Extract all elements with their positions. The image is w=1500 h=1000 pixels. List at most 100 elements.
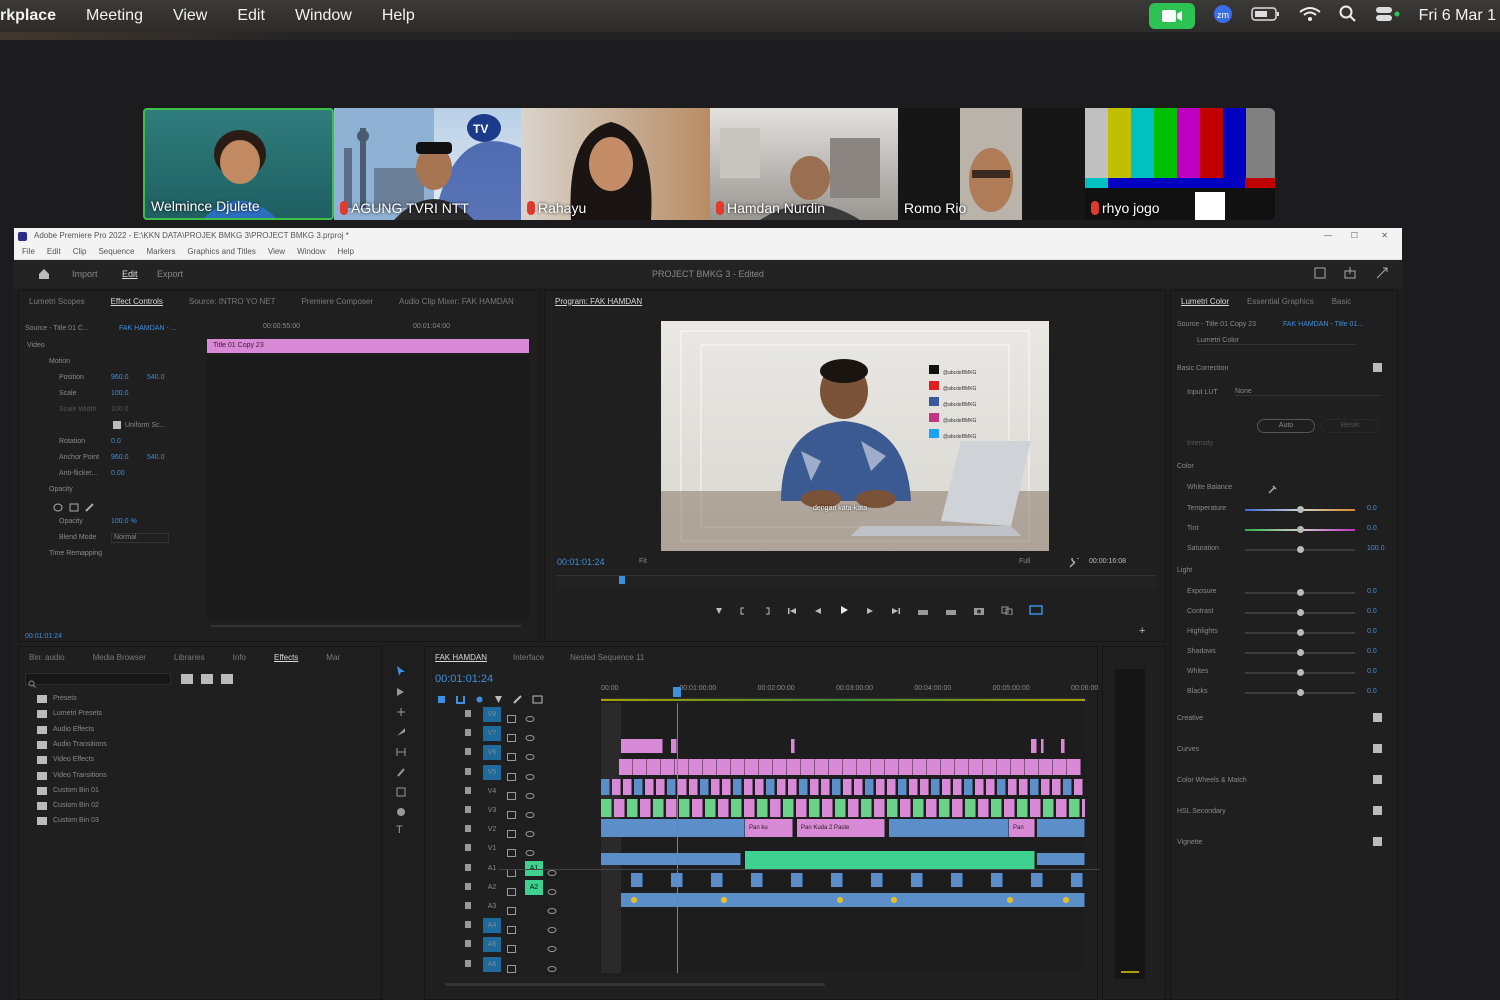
effects-bin-item[interactable]: Video Transitions xyxy=(53,772,107,779)
effect-row-anchor-point[interactable]: Anchor Point xyxy=(59,454,99,461)
menubar-view[interactable]: View xyxy=(173,7,207,25)
pen-tool-icon[interactable] xyxy=(396,764,406,782)
audio-clip[interactable] xyxy=(601,853,741,865)
tab-sequence-fak-hamdan[interactable]: FAK HAMDAN xyxy=(435,653,487,662)
track-sync-icon[interactable] xyxy=(507,825,516,843)
32bit-effects-icon[interactable] xyxy=(201,674,213,684)
lumetri-slider-knob[interactable] xyxy=(1297,689,1304,696)
menubar-app[interactable]: rkplace xyxy=(0,7,56,25)
timeline-clip[interactable] xyxy=(885,759,899,775)
track-lock-icon[interactable] xyxy=(465,710,471,717)
timeline-clip[interactable] xyxy=(871,759,885,775)
timeline-clip[interactable] xyxy=(717,759,731,775)
program-playhead[interactable] xyxy=(619,576,625,584)
timeline-clip[interactable] xyxy=(601,819,745,837)
timeline-clip[interactable] xyxy=(773,759,787,775)
track-sync-icon[interactable] xyxy=(507,748,516,766)
timeline-clip[interactable] xyxy=(969,759,983,775)
audio-keyframe[interactable] xyxy=(721,897,727,903)
add-button-icon[interactable]: + xyxy=(1139,625,1145,637)
lumetri-slider-knob[interactable] xyxy=(1297,649,1304,656)
audio-clip[interactable] xyxy=(751,873,763,887)
timeline-clip[interactable] xyxy=(843,759,857,775)
eyedropper-icon[interactable] xyxy=(1267,481,1277,499)
menubar-window[interactable]: Window xyxy=(295,7,352,25)
lumetri-section-checkbox[interactable] xyxy=(1373,744,1382,753)
track-target[interactable]: V1 xyxy=(483,841,501,856)
timeline-ruler[interactable]: 00:00 00:01:00:00 00:02:00:00 00:03:00:00 00… xyxy=(601,677,1098,701)
timeline-clip[interactable] xyxy=(1067,759,1081,775)
timeline-clip[interactable] xyxy=(1031,739,1037,753)
timeline-clip[interactable] xyxy=(1025,759,1039,775)
timeline-clip[interactable] xyxy=(832,779,841,795)
light-section-header[interactable]: Light xyxy=(1177,567,1192,574)
track-select-tool-icon[interactable] xyxy=(396,684,406,702)
participant-tile-4[interactable]: Hamdan Nurdin xyxy=(710,108,898,220)
ellipse-mask-icon[interactable] xyxy=(53,499,63,517)
timeline-clip[interactable] xyxy=(700,779,709,795)
track-lock-icon[interactable] xyxy=(465,959,471,967)
timeline-clip[interactable] xyxy=(843,779,852,795)
menu-clip[interactable]: Clip xyxy=(73,244,87,259)
basic-correction-header[interactable]: Basic Correction xyxy=(1177,365,1228,372)
tab-lumetri-scopes[interactable]: Lumetri Scopes xyxy=(29,297,85,306)
timeline-clip[interactable] xyxy=(920,779,929,795)
captions-icon[interactable] xyxy=(532,691,543,709)
timeline-clip[interactable] xyxy=(766,779,775,795)
mute-icon[interactable] xyxy=(507,921,516,939)
mark-out-icon[interactable] xyxy=(763,602,771,620)
timeline-clip[interactable] xyxy=(1039,759,1053,775)
track-lock-icon[interactable] xyxy=(465,844,471,852)
zoom-icon[interactable]: zm xyxy=(1213,4,1233,29)
timeline-clip[interactable] xyxy=(810,779,819,795)
timeline-clip[interactable] xyxy=(627,799,638,817)
effect-timecode[interactable]: 00:01:01:24 xyxy=(25,633,62,640)
timeline-clip[interactable] xyxy=(887,799,898,817)
timeline-clip[interactable] xyxy=(667,779,676,795)
effect-clip-bar[interactable]: Title 01 Copy 23 xyxy=(207,339,529,353)
tab-edit[interactable]: Edit xyxy=(122,269,138,279)
tab-sequence-interface[interactable]: Interface xyxy=(513,653,544,662)
yuv-effects-icon[interactable] xyxy=(221,674,233,684)
timeline-clip[interactable] xyxy=(975,779,984,795)
timeline-clip[interactable] xyxy=(1019,779,1028,795)
eye-icon[interactable] xyxy=(525,806,535,824)
timeline-clip[interactable] xyxy=(731,759,745,775)
audio-clip[interactable] xyxy=(1031,873,1043,887)
pen-mask-icon[interactable] xyxy=(85,499,95,517)
blend-mode-select[interactable]: Normal xyxy=(111,533,169,543)
track-lock-icon[interactable] xyxy=(465,806,471,813)
timeline-clip[interactable] xyxy=(1053,759,1067,775)
track-target[interactable]: A3 xyxy=(483,899,501,914)
extract-icon[interactable] xyxy=(945,602,957,620)
menu-markers[interactable]: Markers xyxy=(147,244,176,259)
lumetri-slider-value[interactable]: 0.0 xyxy=(1367,648,1377,655)
audio-keyframe[interactable] xyxy=(631,897,637,903)
participant-tile-6[interactable]: rhyo jogo xyxy=(1085,108,1275,220)
timeline-clip[interactable] xyxy=(913,799,924,817)
snap-icon[interactable] xyxy=(456,691,465,709)
workspaces-icon[interactable] xyxy=(1314,267,1326,281)
selection-tool-icon[interactable] xyxy=(396,664,406,682)
timeline-clip[interactable] xyxy=(1041,739,1044,753)
timeline-clip[interactable] xyxy=(1030,799,1041,817)
timeline-clip[interactable] xyxy=(787,759,801,775)
timeline-clip[interactable] xyxy=(666,799,677,817)
effect-scrollbar[interactable] xyxy=(211,625,521,627)
timeline-clip[interactable] xyxy=(711,779,720,795)
lumetri-slider-knob[interactable] xyxy=(1297,589,1304,596)
program-scrubber[interactable] xyxy=(557,575,1157,589)
timeline-clip[interactable] xyxy=(745,759,759,775)
solo-icon[interactable] xyxy=(547,883,557,901)
effects-bin-item[interactable]: Audio Effects xyxy=(53,726,94,733)
eye-icon[interactable] xyxy=(525,710,535,728)
audio-clip[interactable] xyxy=(991,873,1003,887)
mark-in-icon[interactable] xyxy=(739,602,747,620)
lumetri-slider-value[interactable]: 0.0 xyxy=(1367,525,1377,532)
tab-basic[interactable]: Basic xyxy=(1332,297,1352,306)
lift-icon[interactable] xyxy=(917,602,929,620)
timeline-clip[interactable] xyxy=(731,799,742,817)
effects-bin-item[interactable]: Custom Bin 02 xyxy=(53,802,99,809)
timeline-clip[interactable] xyxy=(939,799,950,817)
effect-rotation-value[interactable]: 0.0 xyxy=(111,438,121,445)
